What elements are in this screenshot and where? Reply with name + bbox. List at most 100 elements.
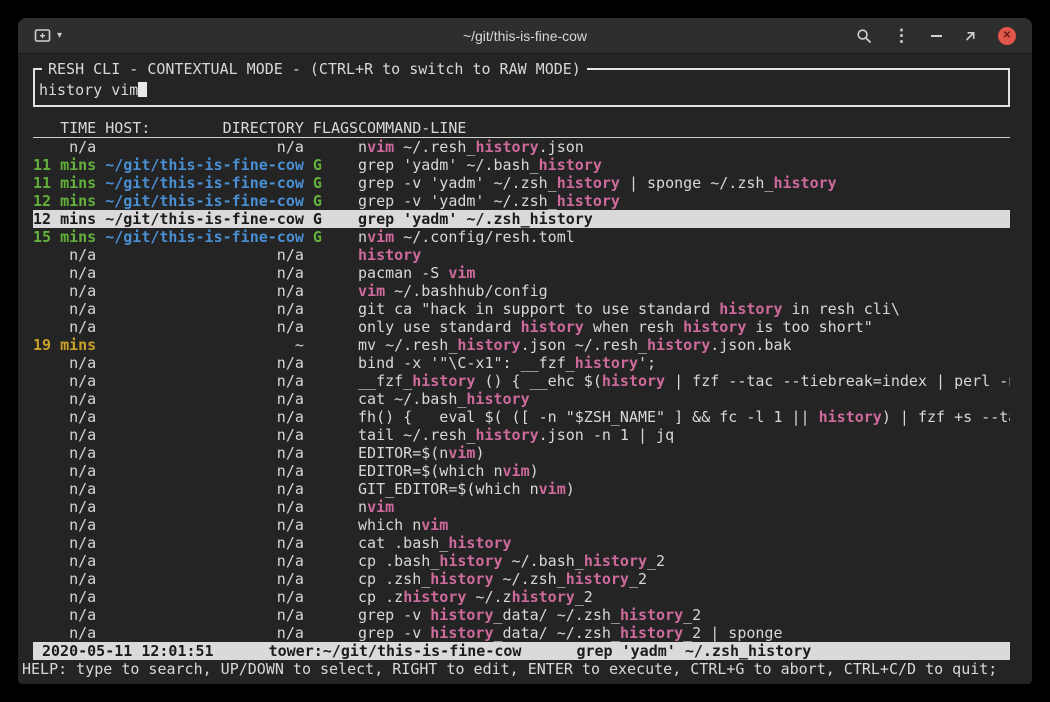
- table-row[interactable]: n/an/anvim ~/.resh_history.json: [33, 138, 1010, 156]
- flags-cell: G: [313, 210, 349, 228]
- table-row[interactable]: n/an/anvim: [33, 498, 1010, 516]
- restore-button[interactable]: [963, 29, 977, 43]
- flags-cell: [313, 372, 349, 390]
- time-cell: n/a: [33, 426, 96, 444]
- flags-cell: [313, 282, 349, 300]
- table-row[interactable]: n/an/a__fzf_history () { __ehc $(history…: [33, 372, 1010, 390]
- kebab-menu-icon: ⋮: [893, 28, 910, 44]
- table-row[interactable]: n/an/aGIT_EDITOR=$(which nvim): [33, 480, 1010, 498]
- command-cell: grep 'yadm' ~/.zsh_history: [358, 210, 1010, 228]
- close-button[interactable]: ✕: [998, 27, 1016, 45]
- command-cell: GIT_EDITOR=$(which nvim): [358, 480, 1010, 498]
- header-flags: FLAGS: [313, 119, 349, 137]
- table-row[interactable]: n/an/aEDITOR=$(nvim): [33, 444, 1010, 462]
- flags-cell: [313, 462, 349, 480]
- directory-cell: n/a: [105, 606, 304, 624]
- help-line: HELP: type to search, UP/DOWN to select,…: [22, 660, 1010, 678]
- flags-cell: [313, 444, 349, 462]
- time-cell: n/a: [33, 390, 96, 408]
- command-cell: nvim ~/.config/resh.toml: [358, 228, 1010, 246]
- table-row[interactable]: n/an/apacman -S vim: [33, 264, 1010, 282]
- table-row[interactable]: n/an/acat ~/.bash_history: [33, 390, 1010, 408]
- time-cell: n/a: [33, 282, 96, 300]
- table-row[interactable]: n/an/aonly use standard history when res…: [33, 318, 1010, 336]
- table-row[interactable]: 12 mins~/git/this-is-fine-cowGgrep -v 'y…: [33, 192, 1010, 210]
- flags-cell: [313, 408, 349, 426]
- flags-cell: [313, 534, 349, 552]
- command-cell: EDITOR=$(nvim): [358, 444, 1010, 462]
- table-row[interactable]: n/an/aEDITOR=$(which nvim): [33, 462, 1010, 480]
- table-row[interactable]: 12 mins~/git/this-is-fine-cowGgrep 'yadm…: [33, 210, 1010, 228]
- table-row[interactable]: n/an/acat .bash_history: [33, 534, 1010, 552]
- time-cell: n/a: [33, 300, 96, 318]
- directory-cell: n/a: [105, 408, 304, 426]
- directory-cell: n/a: [105, 372, 304, 390]
- directory-cell: n/a: [105, 300, 304, 318]
- table-row[interactable]: n/an/ahistory: [33, 246, 1010, 264]
- flags-cell: [313, 498, 349, 516]
- directory-cell: n/a: [105, 552, 304, 570]
- directory-cell: n/a: [105, 516, 304, 534]
- minimize-icon: [931, 35, 942, 37]
- table-row[interactable]: n/an/agit ca "hack in support to use sta…: [33, 300, 1010, 318]
- table-row[interactable]: n/a n/a tail ~/.resh_history.json -n 1 | j…: [33, 426, 1010, 444]
- status-bar: 2020-05-11 12:01:51 tower:~/git/this-is-…: [33, 642, 1010, 660]
- flags-cell: [313, 336, 349, 354]
- time-cell: n/a: [33, 264, 96, 282]
- flags-cell: G: [313, 156, 349, 174]
- table-row[interactable]: n/an/avim ~/.bashhub/config: [33, 282, 1010, 300]
- search-query-text: history vim: [39, 81, 138, 99]
- table-row[interactable]: n/an/agrep -v history_data/ ~/.zsh_histo…: [33, 606, 1010, 624]
- table-row[interactable]: 19 mins~mv ~/.resh_history.json ~/.resh_…: [33, 336, 1010, 354]
- table-row[interactable]: 11 mins~/git/this-is-fine-cowGgrep 'yadm…: [33, 156, 1010, 174]
- header-command: COMMAND-LINE: [358, 119, 1010, 137]
- minimize-button[interactable]: [931, 35, 942, 37]
- new-tab-button[interactable]: ▾: [34, 28, 62, 43]
- table-row[interactable]: n/an/acp .zsh_history ~/.zsh_history_2: [33, 570, 1010, 588]
- table-row[interactable]: 11 mins~/git/this-is-fine-cowGgrep -v 'y…: [33, 174, 1010, 192]
- command-cell: mv ~/.resh_history.json ~/.resh_history.…: [358, 336, 1010, 354]
- flags-cell: [313, 318, 349, 336]
- table-row[interactable]: n/an/acp .zhistory ~/.zhistory_2: [33, 588, 1010, 606]
- table-row[interactable]: n/an/abind -x '"\C-x1": __fzf_history';: [33, 354, 1010, 372]
- directory-cell: n/a: [105, 318, 304, 336]
- flags-cell: [313, 354, 349, 372]
- directory-cell: n/a: [105, 624, 304, 642]
- directory-cell: n/a: [105, 390, 304, 408]
- table-header: TIME HOST:DIRECTORY FLAGS COMMAND-LINE: [33, 119, 1010, 138]
- titlebar-controls: ⋮ ✕: [856, 27, 1016, 45]
- directory-cell: n/a: [105, 264, 304, 282]
- table-row[interactable]: n/an/awhich nvim: [33, 516, 1010, 534]
- command-cell: history: [358, 246, 1010, 264]
- search-button[interactable]: [856, 28, 872, 44]
- directory-cell: n/a: [105, 426, 304, 444]
- time-cell: n/a: [33, 444, 96, 462]
- command-cell: grep 'yadm' ~/.bash_history: [358, 156, 1010, 174]
- time-cell: n/a: [33, 408, 96, 426]
- command-cell: tail ~/.resh_history.json -n 1 | jq: [358, 426, 1010, 444]
- flags-cell: G: [313, 192, 349, 210]
- time-cell: n/a: [33, 462, 96, 480]
- menu-button[interactable]: ⋮: [893, 28, 910, 44]
- header-time: TIME: [33, 119, 96, 137]
- command-cell: nvim ~/.resh_history.json: [358, 138, 1010, 156]
- command-cell: fh() { eval $( ([ -n "$ZSH_NAME" ] && fc…: [358, 408, 1010, 426]
- command-cell: grep -v history_data/ ~/.zsh_history_2 |…: [358, 624, 1010, 642]
- table-row[interactable]: n/an/acp .bash_history ~/.bash_history_2: [33, 552, 1010, 570]
- flags-cell: [313, 138, 349, 156]
- status-datetime: 2020-05-11 12:01:51: [42, 642, 214, 660]
- time-cell: n/a: [33, 606, 96, 624]
- titlebar[interactable]: ▾ ~/git/this-is-fine-cow ⋮: [18, 18, 1032, 54]
- table-row[interactable]: n/a n/a fh() { eval $( ([ -n "$ZSH_NAME" ]…: [33, 408, 1010, 426]
- time-cell: n/a: [33, 246, 96, 264]
- search-box[interactable]: RESH CLI - CONTEXTUAL MODE - (CTRL+R to …: [33, 68, 1010, 107]
- table-row[interactable]: 15 mins~/git/this-is-fine-cowGnvim ~/.co…: [33, 228, 1010, 246]
- table-row[interactable]: n/a n/a grep -v history_data/ ~/.zsh_histo…: [33, 624, 1010, 642]
- flags-cell: [313, 300, 349, 318]
- time-cell: n/a: [33, 624, 96, 642]
- directory-cell: n/a: [105, 588, 304, 606]
- time-cell: 15 mins: [33, 228, 96, 246]
- search-icon: [856, 28, 872, 44]
- flags-cell: [313, 570, 349, 588]
- command-cell: cp .zsh_history ~/.zsh_history_2: [358, 570, 1010, 588]
